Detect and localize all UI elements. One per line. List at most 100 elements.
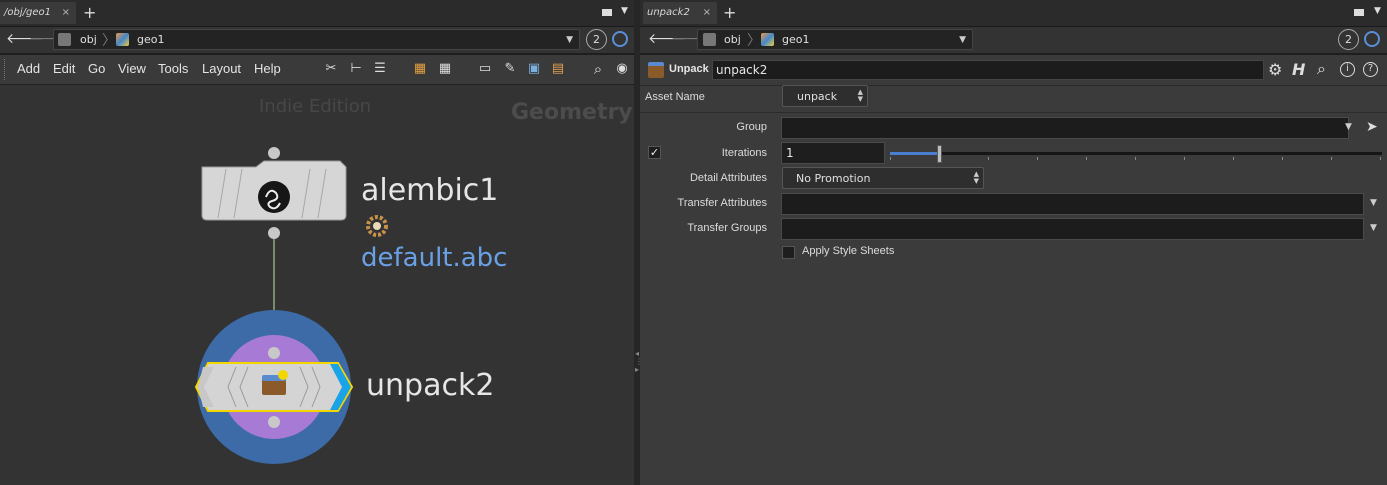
transfer-groups-dropdown-icon[interactable]: ▼ (1370, 223, 1377, 233)
path-field[interactable]: obj 〉 geo1 ▼ (53, 29, 580, 50)
transfer-attributes-dropdown-icon[interactable]: ▼ (1370, 198, 1377, 208)
group-field[interactable] (781, 117, 1349, 139)
unpack2-input-connector (268, 347, 280, 359)
group-select-arrow-icon[interactable]: ➤ (1366, 119, 1378, 135)
pane-dropdown-icon[interactable]: ▼ (1374, 6, 1381, 16)
menu-help[interactable]: Help (254, 61, 281, 76)
detail-attributes-label: Detail Attributes (689, 172, 767, 184)
visibility-icon[interactable]: ◉ (614, 61, 630, 77)
detail-attributes-menu[interactable]: No Promotion ▲ ▼ (782, 167, 984, 189)
add-tab-button[interactable]: + (723, 3, 736, 23)
alembic1-node-label[interactable]: alembic1 (361, 173, 498, 208)
node-name-field[interactable]: unpack2 (712, 60, 1264, 80)
path-history-dropdown-icon[interactable]: ▼ (959, 35, 966, 45)
obj-context-icon (703, 33, 716, 46)
info-icon[interactable]: i (1340, 62, 1355, 77)
breadcrumb-geo1[interactable]: geo1 (137, 33, 164, 47)
node-graph (194, 147, 388, 464)
desktop-count-button[interactable]: 2 (1338, 29, 1359, 50)
list-view-icon[interactable]: ☰ (372, 61, 388, 77)
search-icon[interactable]: ⌕ (590, 61, 606, 77)
parameter-editor: Unpack unpack2 ⚙ H ⌕ i ? Asset Name unpa… (640, 55, 1387, 485)
search-icon[interactable]: ⌕ (1317, 59, 1326, 79)
help-icon[interactable]: ? (1363, 62, 1378, 77)
network-editor[interactable]: Indie Edition Geometry alembic1 default.… (0, 85, 634, 485)
group-dropdown-icon[interactable]: ▼ (1345, 122, 1352, 132)
tab-close-icon[interactable]: × (703, 2, 711, 24)
node-type-label: Unpack (669, 63, 709, 75)
menu-add[interactable]: Add (17, 61, 40, 76)
pane-dropdown-icon[interactable]: ▼ (621, 6, 628, 16)
breadcrumb-separator: 〉 (747, 33, 761, 49)
slider-ticks (890, 157, 1382, 160)
menu-tools[interactable]: Tools (158, 61, 188, 76)
asset-name-value: unpack (797, 90, 838, 103)
left-path-bar: 🡐 🡒 obj 〉 geo1 ▼ 2 (0, 27, 634, 53)
param-header: Unpack unpack2 ⚙ H ⌕ i ? (640, 55, 1387, 86)
alembic1-output-connector (268, 227, 280, 239)
asset-name-menu[interactable]: unpack ▲ ▼ (782, 85, 868, 107)
tab-obj-geo1[interactable]: /obj/geo1 × (0, 2, 76, 24)
breadcrumb-obj[interactable]: obj (724, 33, 741, 47)
menu-arrows-icon: ▲ ▼ (857, 88, 863, 103)
network-box-icon[interactable]: ▭ (477, 61, 493, 77)
desktop-count-button[interactable]: 2 (586, 29, 607, 50)
menu-view[interactable]: View (118, 61, 146, 76)
sticky-note-icon[interactable]: ✎ (502, 61, 518, 77)
color-palette-icon[interactable]: ▦ (412, 61, 428, 77)
gear-icon (366, 215, 388, 237)
grid-icon[interactable]: ▦ (437, 61, 453, 77)
transfer-groups-field[interactable] (781, 218, 1364, 240)
pane-menu-icon[interactable] (602, 9, 612, 16)
apply-style-sheets-checkbox[interactable] (782, 246, 795, 259)
help-h-icon[interactable]: H (1292, 60, 1305, 79)
wrench-icon[interactable]: ✂ (323, 61, 339, 77)
add-tab-button[interactable]: + (83, 3, 96, 23)
geo-node-icon (116, 33, 129, 46)
slider-track (890, 152, 1382, 155)
iterations-slider[interactable] (890, 145, 1382, 163)
transfer-groups-label: Transfer Groups (687, 222, 767, 234)
iterations-enable-checkbox[interactable]: ✓ (648, 146, 661, 159)
asset-name-label: Asset Name (645, 91, 705, 103)
network-menu-bar: Add Edit Go View Tools Layout Help ✂ ⊢ ☰… (0, 55, 634, 85)
menu-edit[interactable]: Edit (53, 61, 75, 76)
path-history-dropdown-icon[interactable]: ▼ (566, 35, 573, 45)
link-pane-icon[interactable] (612, 31, 628, 47)
slider-fill (890, 152, 939, 155)
node-type-icon[interactable] (648, 62, 664, 78)
unpack2-node-label[interactable]: unpack2 (366, 368, 494, 403)
transfer-attributes-field[interactable] (781, 193, 1364, 215)
iterations-value: 1 (786, 146, 794, 160)
breadcrumb-geo1[interactable]: geo1 (782, 33, 809, 47)
asset-icon[interactable]: ▤ (550, 61, 566, 77)
tab-label: unpack2 (647, 7, 690, 18)
breadcrumb-obj[interactable]: obj (80, 33, 97, 47)
apply-style-sheets-label[interactable]: Apply Style Sheets (802, 245, 894, 257)
tree-view-icon[interactable]: ⊢ (348, 61, 364, 77)
left-tab-bar: /obj/geo1 × + ▼ (0, 0, 634, 27)
pane-menu-icon[interactable] (1354, 9, 1364, 16)
menu-go[interactable]: Go (88, 61, 105, 76)
path-field[interactable]: obj 〉 geo1 ▼ (697, 29, 973, 50)
obj-context-icon (58, 33, 71, 46)
image-icon[interactable]: ▣ (526, 61, 542, 77)
menu-layout[interactable]: Layout (202, 61, 241, 76)
right-path-bar: 🡐 🡒 obj 〉 geo1 ▼ 2 (640, 27, 1387, 53)
slider-handle[interactable] (937, 145, 942, 163)
detail-attributes-value: No Promotion (796, 172, 871, 185)
geo-node-icon (761, 33, 774, 46)
tab-label: /obj/geo1 (4, 7, 51, 18)
node-name-value: unpack2 (716, 63, 768, 77)
separator (640, 112, 1387, 113)
iterations-label: Iterations (721, 147, 767, 159)
right-tab-bar: unpack2 × + ▼ (640, 0, 1387, 27)
tab-unpack2[interactable]: unpack2 × (643, 2, 717, 24)
unpack2-output-connector (268, 416, 280, 428)
iterations-field[interactable]: 1 (781, 142, 885, 164)
breadcrumb-separator: 〉 (102, 33, 116, 49)
gear-icon[interactable]: ⚙ (1268, 60, 1282, 79)
link-pane-icon[interactable] (1364, 31, 1380, 47)
tab-close-icon[interactable]: × (62, 2, 70, 24)
alembic1-comment[interactable]: default.abc (361, 243, 507, 273)
